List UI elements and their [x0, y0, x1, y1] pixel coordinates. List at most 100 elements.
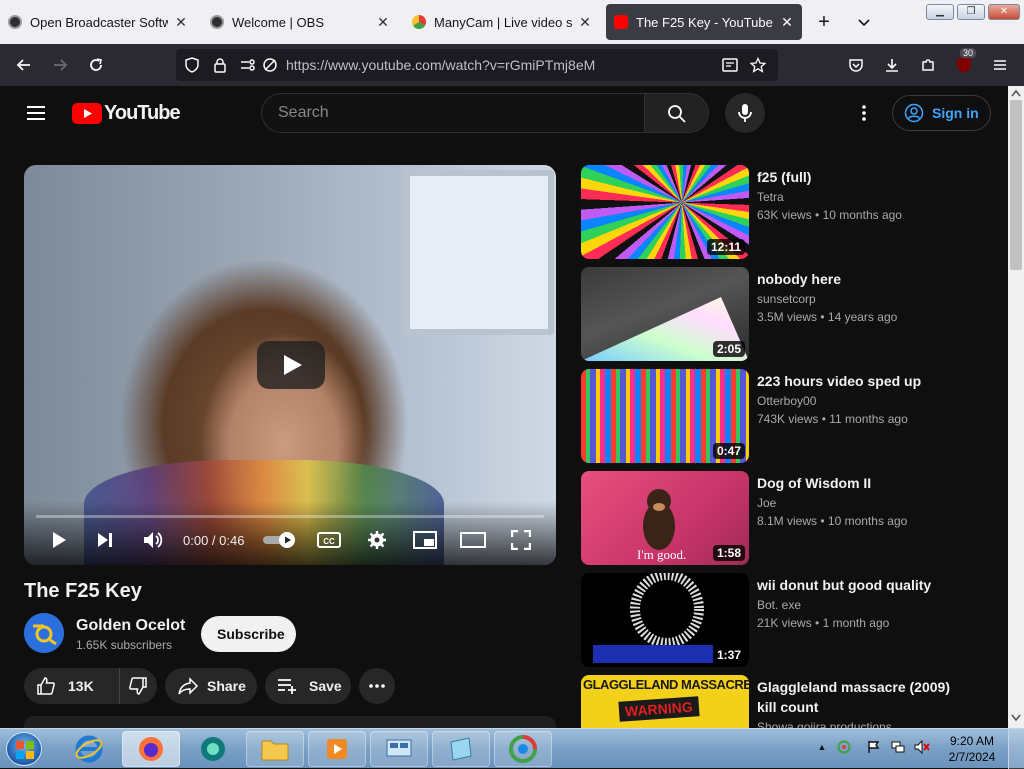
- close-tab-icon[interactable]: ✕: [376, 14, 390, 31]
- taskbar-internet-explorer[interactable]: [60, 731, 118, 767]
- network-icon[interactable]: [890, 739, 906, 755]
- settings-button[interactable]: [362, 525, 392, 555]
- scroll-up-arrow-icon[interactable]: [1011, 89, 1021, 97]
- maximize-button[interactable]: ❐: [957, 4, 985, 20]
- close-tab-icon[interactable]: ✕: [780, 14, 794, 31]
- more-actions-button[interactable]: [359, 668, 395, 704]
- dislike-button[interactable]: [120, 668, 156, 704]
- shield-icon[interactable]: [180, 53, 204, 77]
- show-hidden-icons-button[interactable]: ▲: [814, 739, 830, 755]
- sign-in-button[interactable]: Sign in: [892, 95, 991, 131]
- channel-name[interactable]: sunsetcorp: [757, 292, 816, 306]
- close-window-button[interactable]: ✕: [988, 4, 1020, 20]
- autoplay-blocked-icon[interactable]: [258, 53, 282, 77]
- tab-welcome-obs[interactable]: Welcome | OBS ✕: [202, 4, 398, 40]
- subscribe-button[interactable]: Subscribe: [201, 616, 296, 652]
- extensions-icon[interactable]: [916, 53, 940, 77]
- bookmark-star-icon[interactable]: [746, 53, 770, 77]
- page-scrollbar[interactable]: [1008, 86, 1024, 728]
- share-button[interactable]: Share: [165, 668, 257, 704]
- video-thumbnail[interactable]: 1:37: [581, 573, 749, 667]
- close-tab-icon[interactable]: ✕: [174, 14, 188, 31]
- channel-name[interactable]: Showa gojira productions: [757, 720, 892, 728]
- save-button[interactable]: Save: [265, 668, 351, 704]
- manycam-tray-icon[interactable]: [836, 739, 852, 755]
- captions-button[interactable]: CC: [314, 525, 344, 555]
- app-menu-button[interactable]: [988, 53, 1012, 77]
- recommended-video[interactable]: 1:37 wii donut but good quality Bot. exe…: [581, 573, 1001, 667]
- permissions-icon[interactable]: [236, 53, 260, 77]
- recommended-video[interactable]: GLAGGLELAND MASSACRE WARNING Glaggleland…: [581, 675, 1001, 728]
- system-clock[interactable]: 9:20 AM 2/7/2024: [944, 733, 1000, 765]
- channel-name[interactable]: Tetra: [757, 190, 784, 204]
- video-thumbnail[interactable]: 12:11: [581, 165, 749, 259]
- autoplay-toggle[interactable]: [262, 525, 298, 555]
- start-button[interactable]: [6, 732, 42, 766]
- theater-mode-button[interactable]: [458, 525, 488, 555]
- reload-button[interactable]: [84, 53, 108, 77]
- video-title-link[interactable]: Glaggleland massacre (2009) kill count: [757, 677, 967, 717]
- video-thumbnail[interactable]: 2:05: [581, 267, 749, 361]
- progress-bar[interactable]: [36, 515, 544, 518]
- video-title-link[interactable]: Dog of Wisdom II: [757, 473, 967, 493]
- like-button[interactable]: 13K: [24, 668, 120, 704]
- channel-name[interactable]: Bot. exe: [757, 598, 801, 612]
- video-title-link[interactable]: nobody here: [757, 269, 967, 289]
- large-play-button[interactable]: [257, 341, 325, 389]
- guide-menu-button[interactable]: [24, 101, 48, 125]
- play-button[interactable]: [44, 525, 74, 555]
- next-button[interactable]: [90, 525, 120, 555]
- scroll-down-arrow-icon[interactable]: [1011, 714, 1021, 722]
- taskbar-notepad[interactable]: [432, 731, 490, 767]
- video-thumbnail[interactable]: I'm good. 1:58: [581, 471, 749, 565]
- reader-view-icon[interactable]: [718, 53, 742, 77]
- url-bar[interactable]: https://www.youtube.com/watch?v=rGmiPTmj…: [176, 49, 778, 81]
- voice-search-button[interactable]: [725, 93, 765, 133]
- volume-muted-icon[interactable]: [914, 739, 930, 755]
- taskbar-firefox[interactable]: [122, 731, 180, 767]
- channel-name[interactable]: Golden Ocelot: [76, 617, 185, 635]
- close-tab-icon[interactable]: ✕: [578, 14, 592, 31]
- show-desktop-button[interactable]: [1008, 729, 1024, 769]
- settings-more-button[interactable]: [852, 101, 876, 125]
- channel-name[interactable]: Otterboy00: [757, 394, 816, 408]
- ublock-extension-icon[interactable]: 30: [952, 48, 977, 77]
- tab-obs-software[interactable]: Open Broadcaster Software ✕: [0, 4, 196, 40]
- taskbar-control-panel[interactable]: [370, 731, 428, 767]
- tab-manycam[interactable]: ManyCam | Live video soft ✕: [404, 4, 600, 40]
- miniplayer-button[interactable]: [410, 525, 440, 555]
- fullscreen-button[interactable]: [506, 525, 536, 555]
- new-tab-button[interactable]: +: [812, 10, 836, 34]
- youtube-logo[interactable]: YouTube: [72, 102, 181, 125]
- tab-youtube-active[interactable]: The F25 Key - YouTube ✕: [606, 4, 802, 40]
- video-title-link[interactable]: wii donut but good quality: [757, 575, 967, 595]
- list-tabs-button[interactable]: [852, 10, 876, 34]
- pocket-icon[interactable]: [844, 53, 868, 77]
- taskbar-media-player[interactable]: [308, 731, 366, 767]
- video-thumbnail[interactable]: GLAGGLELAND MASSACRE WARNING: [581, 675, 749, 728]
- taskbar-manycam[interactable]: [494, 731, 552, 767]
- channel-name[interactable]: Joe: [757, 496, 776, 510]
- back-button[interactable]: [12, 53, 36, 77]
- channel-avatar[interactable]: [24, 613, 64, 653]
- action-center-flag-icon[interactable]: [866, 739, 882, 755]
- taskbar-webcam-app[interactable]: [184, 731, 242, 767]
- downloads-icon[interactable]: [880, 53, 904, 77]
- search-button[interactable]: [645, 93, 709, 133]
- video-title-link[interactable]: 223 hours video sped up: [757, 371, 967, 391]
- video-thumbnail[interactable]: 0:47: [581, 369, 749, 463]
- search-input[interactable]: Search: [261, 93, 645, 133]
- recommended-video[interactable]: I'm good. 1:58 Dog of Wisdom II Joe 8.1M…: [581, 471, 1001, 565]
- video-player[interactable]: 0:00 / 0:46 CC: [24, 165, 556, 565]
- lock-icon[interactable]: [208, 53, 232, 77]
- recommended-video[interactable]: 2:05 nobody here sunsetcorp 3.5M views •…: [581, 267, 1001, 361]
- mute-button[interactable]: [138, 525, 168, 555]
- video-title-link[interactable]: f25 (full): [757, 167, 967, 187]
- minimize-button[interactable]: ▁: [926, 4, 954, 20]
- view-count: 3.5M views: [757, 310, 818, 324]
- taskbar-file-explorer[interactable]: [246, 731, 304, 767]
- scrollbar-thumb[interactable]: [1010, 100, 1022, 270]
- forward-button[interactable]: [48, 53, 72, 77]
- recommended-video[interactable]: 0:47 223 hours video sped up Otterboy00 …: [581, 369, 1001, 463]
- recommended-video[interactable]: 12:11 f25 (full) Tetra 63K views • 10 mo…: [581, 165, 1001, 259]
